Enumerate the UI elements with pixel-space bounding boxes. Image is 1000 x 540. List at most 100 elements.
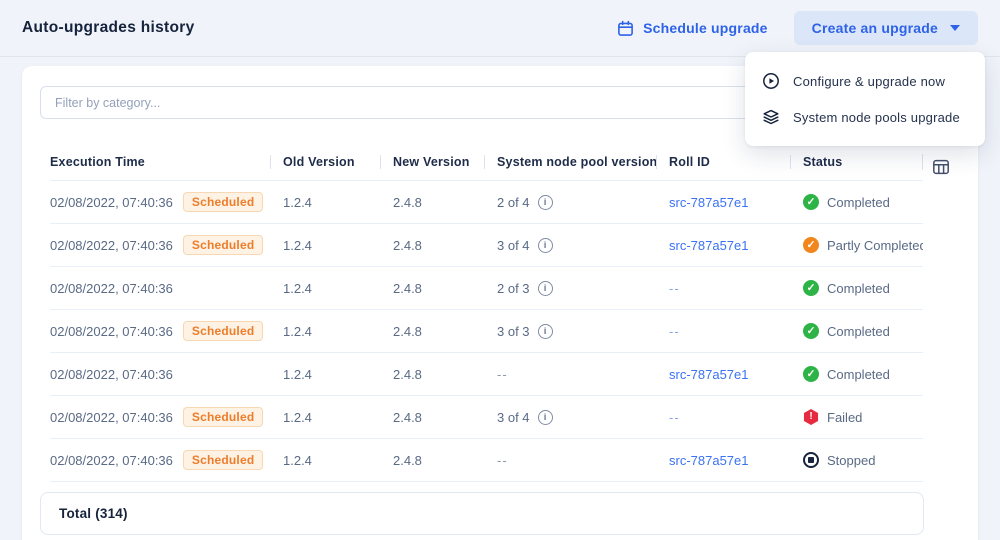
page-title: Auto-upgrades history — [22, 19, 195, 37]
status-label: Completed — [827, 324, 890, 339]
old-version-cell: 1.2.4 — [270, 453, 380, 468]
upgrades-table: Execution Time Old Version New Version S… — [50, 143, 923, 482]
info-icon[interactable]: i — [538, 410, 553, 425]
status-icon — [803, 366, 819, 382]
new-version-cell: 2.4.8 — [380, 367, 484, 382]
column-header-roll-id: Roll ID — [656, 155, 790, 169]
execution-time: 02/08/2022, 07:40:36 — [50, 281, 173, 296]
roll-id-cell: -- — [656, 324, 790, 339]
status-label: Stopped — [827, 453, 875, 468]
table-row: 02/08/2022, 07:40:36 1.2.4 2.4.8 2 of 3 … — [50, 267, 923, 310]
node-pool-version: 3 of 4 — [497, 238, 530, 253]
calendar-icon — [617, 20, 634, 37]
status-cell: Completed — [790, 366, 923, 382]
total-label: Total (314) — [59, 506, 128, 521]
menu-item-label: Configure & upgrade now — [793, 74, 945, 89]
node-pool-version: 2 of 4 — [497, 195, 530, 210]
node-pool-version-cell: 3 of 3 i — [484, 324, 656, 339]
column-picker-button[interactable] — [930, 156, 952, 178]
old-version-cell: 1.2.4 — [270, 281, 380, 296]
top-bar-actions: Schedule upgrade Create an upgrade — [617, 11, 978, 45]
roll-id: -- — [669, 324, 680, 339]
execution-time: 02/08/2022, 07:40:36 — [50, 324, 173, 339]
column-header-node-pool-version: System node pool version — [484, 155, 656, 169]
node-pool-version: 3 of 3 — [497, 324, 530, 339]
new-version-cell: 2.4.8 — [380, 195, 484, 210]
old-version-cell: 1.2.4 — [270, 238, 380, 253]
old-version: 1.2.4 — [283, 410, 312, 425]
status-icon — [803, 409, 819, 425]
schedule-upgrade-button[interactable]: Schedule upgrade — [617, 20, 768, 37]
roll-id: -- — [669, 410, 680, 425]
info-icon[interactable]: i — [538, 324, 553, 339]
create-upgrade-menu: Configure & upgrade now System node pool… — [745, 52, 985, 146]
status-cell: Failed — [790, 409, 923, 425]
status-cell: Partly Completed — [790, 237, 923, 253]
execution-time-cell: 02/08/2022, 07:40:36 Scheduled — [50, 450, 270, 470]
create-upgrade-label: Create an upgrade — [812, 20, 938, 36]
old-version-cell: 1.2.4 — [270, 195, 380, 210]
new-version-cell: 2.4.8 — [380, 453, 484, 468]
execution-time-cell: 02/08/2022, 07:40:36 Scheduled — [50, 235, 270, 255]
roll-id-cell: -- — [656, 281, 790, 296]
new-version: 2.4.8 — [393, 410, 422, 425]
status-cell: Stopped — [790, 452, 923, 468]
node-pool-version-cell: -- — [484, 367, 656, 382]
info-icon[interactable]: i — [538, 195, 553, 210]
menu-item-configure-upgrade-now[interactable]: Configure & upgrade now — [745, 63, 985, 99]
node-pool-version-cell: 3 of 4 i — [484, 410, 656, 425]
roll-id[interactable]: src-787a57e1 — [669, 367, 749, 382]
execution-time-cell: 02/08/2022, 07:40:36 Scheduled — [50, 407, 270, 427]
new-version: 2.4.8 — [393, 195, 422, 210]
execution-time-cell: 02/08/2022, 07:40:36 — [50, 281, 270, 296]
status-label: Partly Completed — [827, 238, 923, 253]
old-version-cell: 1.2.4 — [270, 410, 380, 425]
status-cell: Completed — [790, 194, 923, 210]
node-pool-version-cell: 3 of 4 i — [484, 238, 656, 253]
roll-id[interactable]: src-787a57e1 — [669, 238, 749, 253]
roll-id-cell: src-787a57e1 — [656, 453, 790, 468]
table-header-row: Execution Time Old Version New Version S… — [50, 143, 923, 181]
execution-time-cell: 02/08/2022, 07:40:36 — [50, 367, 270, 382]
scheduled-badge: Scheduled — [183, 235, 263, 255]
status-icon — [803, 237, 819, 253]
new-version-cell: 2.4.8 — [380, 410, 484, 425]
roll-id[interactable]: src-787a57e1 — [669, 453, 749, 468]
execution-time: 02/08/2022, 07:40:36 — [50, 238, 173, 253]
scheduled-badge: Scheduled — [183, 192, 263, 212]
node-pool-version-cell: 2 of 3 i — [484, 281, 656, 296]
new-version: 2.4.8 — [393, 238, 422, 253]
node-pool-version-cell: -- — [484, 453, 656, 468]
execution-time-cell: 02/08/2022, 07:40:36 Scheduled — [50, 321, 270, 341]
status-icon — [803, 323, 819, 339]
old-version: 1.2.4 — [283, 238, 312, 253]
old-version: 1.2.4 — [283, 281, 312, 296]
new-version: 2.4.8 — [393, 281, 422, 296]
column-header-status: Status — [790, 155, 923, 169]
roll-id-cell: src-787a57e1 — [656, 238, 790, 253]
status-icon — [803, 452, 819, 468]
roll-id[interactable]: src-787a57e1 — [669, 195, 749, 210]
table-row: 02/08/2022, 07:40:36 Scheduled 1.2.4 2.4… — [50, 396, 923, 439]
column-header-old-version: Old Version — [270, 155, 380, 169]
status-label: Completed — [827, 367, 890, 382]
layers-icon — [762, 108, 780, 126]
node-pool-version: -- — [497, 367, 508, 382]
scheduled-badge: Scheduled — [183, 407, 263, 427]
status-label: Failed — [827, 410, 862, 425]
info-icon[interactable]: i — [538, 238, 553, 253]
execution-time: 02/08/2022, 07:40:36 — [50, 410, 173, 425]
execution-time: 02/08/2022, 07:40:36 — [50, 195, 173, 210]
node-pool-version: 2 of 3 — [497, 281, 530, 296]
info-icon[interactable]: i — [538, 281, 553, 296]
table-columns-icon — [931, 157, 951, 177]
roll-id-cell: -- — [656, 410, 790, 425]
node-pool-version: -- — [497, 453, 508, 468]
old-version: 1.2.4 — [283, 195, 312, 210]
node-pool-version-cell: 2 of 4 i — [484, 195, 656, 210]
table-row: 02/08/2022, 07:40:36 1.2.4 2.4.8 -- src-… — [50, 353, 923, 396]
menu-item-system-node-pools-upgrade[interactable]: System node pools upgrade — [745, 99, 985, 135]
create-upgrade-button[interactable]: Create an upgrade — [794, 11, 978, 45]
new-version: 2.4.8 — [393, 324, 422, 339]
execution-time-cell: 02/08/2022, 07:40:36 Scheduled — [50, 192, 270, 212]
